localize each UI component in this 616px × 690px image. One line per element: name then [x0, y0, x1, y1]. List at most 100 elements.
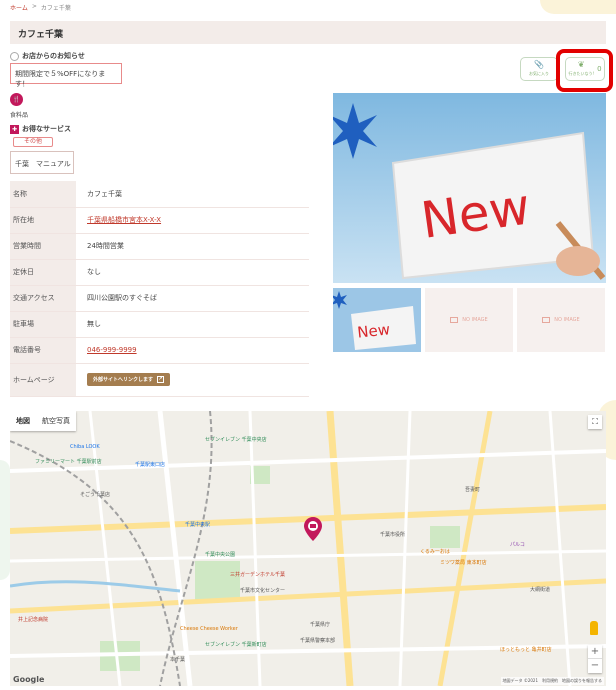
favorite-button[interactable]: 📎 お気に入り [520, 57, 558, 81]
info-key: 営業時間 [10, 233, 76, 259]
info-value: なし [87, 268, 101, 276]
map-label: ファミリーマート 千葉駅前店 [35, 459, 102, 465]
food-category-icon: 🍴 [10, 93, 23, 106]
zoom-out-button[interactable]: − [588, 659, 602, 673]
map-label: 千葉市役所 [380, 532, 406, 538]
info-key: 名称 [10, 181, 76, 207]
external-site-label: 外部サイトへリンクします [93, 377, 154, 383]
map-label: パルコ [510, 542, 525, 548]
info-row-parking: 駐車場 無し [10, 311, 309, 337]
info-key: 駐車場 [10, 311, 76, 337]
zoom-controls: + − [588, 645, 602, 673]
thumbnail-1[interactable]: New [333, 288, 421, 352]
fullscreen-icon[interactable]: ⛶ [588, 415, 602, 429]
thumbnail-2[interactable]: NO IMAGE [425, 288, 513, 352]
info-row-homepage: ホームページ 外部サイトへリンクします ↗ [10, 363, 309, 396]
thumbnail-image: New [333, 288, 421, 352]
map-label: 本千葉 [170, 657, 186, 663]
page-title: カフェ千葉 [10, 21, 606, 44]
breadcrumb-current: カフェ千葉 [40, 5, 71, 12]
store-location-pin-icon[interactable] [304, 517, 322, 541]
favorite-label: お気に入り [529, 71, 549, 76]
services-heading-label: お得なサービス [22, 125, 71, 133]
thumbnail-text: New [356, 320, 390, 341]
info-row-access: 交通アクセス 四川公園駅のすぐそば [10, 285, 309, 311]
info-row-holiday: 定休日 なし [10, 259, 309, 285]
want-to-go-label: 行きたいなう! [568, 71, 595, 76]
map-label: くるみーおは [420, 549, 450, 555]
notice-text: 期間限定で５%OFFになります！ [10, 63, 122, 88]
info-key: ホームページ [10, 363, 76, 396]
category-label: 食料品 [10, 112, 29, 119]
map-label: ミツワ薬局 東本町店 [440, 560, 487, 566]
map-label: 千葉中央公園 [205, 552, 236, 558]
breadcrumb-separator: > [31, 3, 37, 10]
no-image-label: NO IMAGE [462, 317, 488, 323]
info-row-phone: 電話番号 046-999-9999 [10, 337, 309, 363]
phone-link[interactable]: 046-999-9999 [87, 346, 137, 354]
map[interactable]: 地図 航空写真 ⛶ Chiba LOOK ファミリーマート 千葉駅前店 千葉駅東… [10, 411, 606, 686]
map-label: Cheese Cheese Worker [180, 626, 238, 632]
google-logo: Google [13, 675, 45, 684]
thumbnail-3[interactable]: NO IMAGE [517, 288, 605, 352]
want-to-go-button[interactable]: ❦ 行きたいなう! 0 [565, 57, 605, 81]
new-flag-image: New [333, 93, 606, 283]
decorative-shape [0, 460, 10, 580]
paperclip-icon: 📎 [534, 60, 544, 69]
want-to-go-count: 0 [597, 65, 602, 73]
map-label: ほっともっと 亀井町店 [500, 647, 552, 653]
map-type-tabs: 地図 航空写真 [10, 411, 76, 431]
gift-icon: ✚ [10, 124, 19, 134]
notice-heading: お店からのお知らせ [10, 51, 85, 61]
zoom-in-button[interactable]: + [588, 645, 602, 659]
keywords: 千葉 マニュアル [10, 151, 74, 174]
map-label: 大網街道 [530, 587, 551, 593]
map-label: 千葉県警察本部 [300, 638, 336, 644]
breadcrumb: ホーム > カフェ千葉 [10, 3, 71, 12]
info-row-hours: 営業時間 24時間営業 [10, 233, 309, 259]
map-attribution[interactable]: 地図データ ©2021 利用規約 地図の誤りを報告する [500, 677, 604, 685]
store-info-table: 名称 カフェ千葉 所在地 千葉県船橋市宮本X-X-X 営業時間 24時間営業 定休日 な… [10, 181, 309, 397]
map-label: 千葉駅東口店 [135, 462, 166, 468]
footprint-icon: ❦ [577, 60, 585, 69]
map-label: 千葉県庁 [310, 622, 331, 628]
notice-heading-label: お店からのお知らせ [22, 52, 85, 60]
no-image-icon [450, 317, 459, 323]
no-image-icon [542, 317, 551, 323]
no-image-label: NO IMAGE [554, 317, 580, 323]
main-photo[interactable]: New [333, 93, 606, 283]
info-row-name: 名称 カフェ千葉 [10, 181, 309, 207]
info-value: カフェ千葉 [87, 189, 122, 198]
info-key: 電話番号 [10, 337, 76, 363]
external-link-icon: ↗ [157, 376, 165, 383]
street-view-pegman-icon[interactable] [590, 621, 598, 635]
info-key: 所在地 [10, 207, 76, 233]
breadcrumb-home-link[interactable]: ホーム [10, 3, 28, 12]
info-value: 無し [87, 320, 101, 328]
decorative-shape [540, 0, 616, 14]
info-value: 千葉県船橋市宮本X-X-X [76, 207, 309, 233]
map-roads [10, 411, 606, 686]
map-label: セブンイレブン 千葉新町店 [205, 642, 267, 648]
info-value: 四川公園駅のすぐそば [87, 294, 157, 302]
info-value: 外部サイトへリンクします ↗ [76, 363, 309, 396]
map-label: 吾妻町 [465, 487, 481, 493]
map-label: 千葉市文化センター [240, 588, 286, 594]
map-label: 千葉中央駅 [185, 522, 211, 528]
map-label: 井上記念病院 [18, 617, 49, 623]
services-heading: ✚ お得なサービス [10, 124, 71, 134]
map-label: セブンイレブン 千葉中央店 [205, 437, 267, 443]
tab-map[interactable]: 地図 [10, 411, 36, 431]
address-link[interactable]: 千葉県船橋市宮本X-X-X [87, 216, 161, 224]
map-label: Chiba LOOK [70, 444, 100, 450]
info-row-address: 所在地 千葉県船橋市宮本X-X-X [10, 207, 309, 233]
map-label: そごう千葉店 [80, 492, 111, 498]
tab-satellite[interactable]: 航空写真 [36, 411, 76, 431]
map-label: 三井ガーデンホテル千葉 [230, 572, 286, 578]
info-key: 交通アクセス [10, 285, 76, 311]
speech-bubble-icon [10, 51, 19, 61]
external-site-button[interactable]: 外部サイトへリンクします ↗ [87, 373, 171, 386]
service-tag: その他 [13, 137, 53, 147]
info-value: 24時間営業 [87, 242, 124, 250]
info-key: 定休日 [10, 259, 76, 285]
